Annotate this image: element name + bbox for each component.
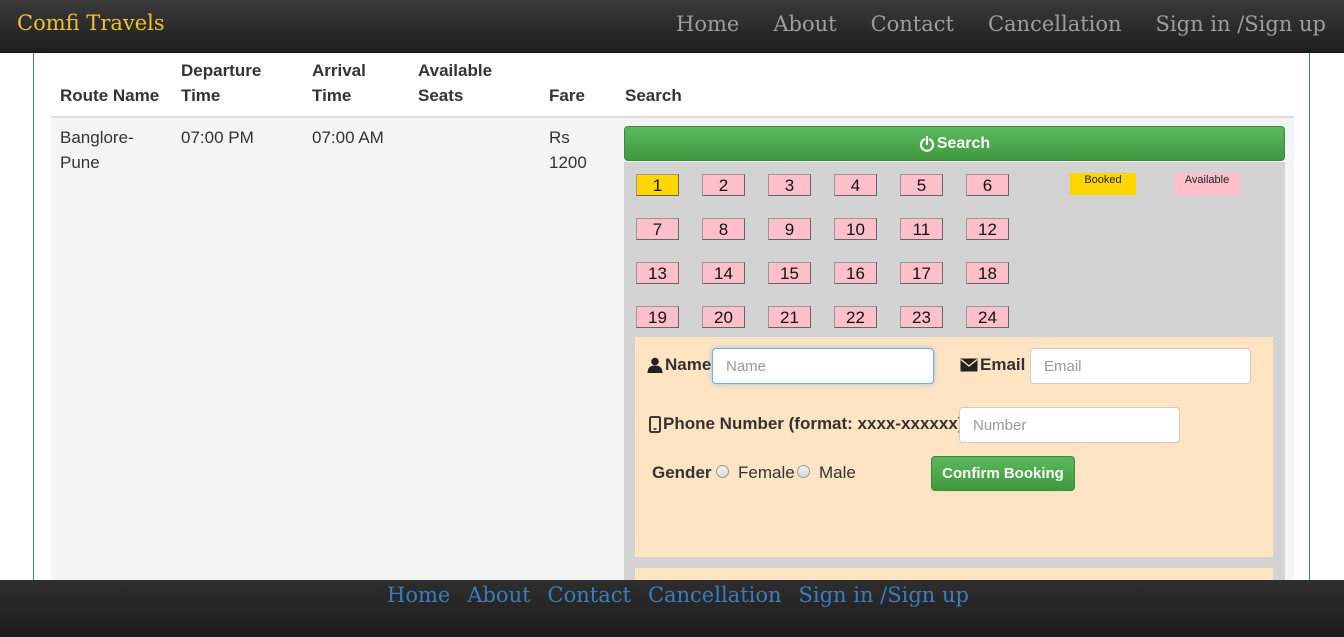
top-navbar: Comfi Travels Home About Contact Cancell…	[0, 0, 1344, 53]
header-arrival-time: Arrival Time	[312, 61, 366, 105]
nav-cancellation-link[interactable]: Cancellation	[988, 12, 1122, 36]
seat-13-button[interactable]: 13	[636, 262, 679, 284]
seat-18-button[interactable]: 18	[966, 262, 1009, 284]
footer-cancellation-link[interactable]: Cancellation	[648, 583, 782, 607]
email-label: Email	[960, 355, 1025, 375]
power-icon	[919, 135, 934, 152]
footer: Home About Contact Cancellation Sign in …	[0, 580, 1344, 637]
male-radio[interactable]	[797, 465, 810, 478]
nav-signin-link[interactable]: Sign in /Sign up	[1156, 12, 1326, 36]
footer-signin-link[interactable]: Sign in /Sign up	[799, 583, 969, 607]
top-nav: Home About Contact Cancellation Sign in …	[676, 12, 1326, 36]
male-label: Male	[819, 463, 856, 482]
seat-7-button[interactable]: 7	[636, 218, 679, 240]
seat-9-button[interactable]: 9	[768, 218, 811, 240]
seat-16-button[interactable]: 16	[834, 262, 877, 284]
nav-home-link[interactable]: Home	[676, 12, 739, 36]
seat-12-button[interactable]: 12	[966, 218, 1009, 240]
footer-nav: Home About Contact Cancellation Sign in …	[387, 583, 969, 607]
main-container: Route Name Departure Time Arrival Time A…	[33, 53, 1310, 588]
seat-11-button[interactable]: 11	[900, 218, 943, 240]
seat-24-button[interactable]: 24	[966, 306, 1009, 328]
seat-10-button[interactable]: 10	[834, 218, 877, 240]
seat-17-button[interactable]: 17	[900, 262, 943, 284]
seat-1-button[interactable]: 1	[636, 174, 679, 196]
user-icon	[647, 357, 663, 373]
cell-route-name: Banglore- Pune	[60, 128, 134, 172]
nav-contact-link[interactable]: Contact	[871, 12, 954, 36]
seat-19-button[interactable]: 19	[636, 306, 679, 328]
name-label: Name	[647, 355, 711, 375]
email-input[interactable]	[1030, 348, 1251, 384]
cell-arrival-time: 07:00 AM	[312, 128, 384, 147]
table-header: Route Name Departure Time Arrival Time A…	[51, 57, 1294, 118]
booking-form: Name Email Phone Number (format: xxxx-xx…	[635, 337, 1273, 557]
seat-5-button[interactable]: 5	[900, 174, 943, 196]
brand-logo[interactable]: Comfi Travels	[17, 11, 165, 35]
legend-available: Available	[1174, 173, 1240, 195]
seat-22-button[interactable]: 22	[834, 306, 877, 328]
name-input[interactable]	[712, 348, 934, 384]
search-button[interactable]: Search	[624, 126, 1285, 161]
seat-2-button[interactable]: 2	[702, 174, 745, 196]
seat-15-button[interactable]: 15	[768, 262, 811, 284]
female-label: Female	[738, 463, 795, 482]
header-route-name: Route Name	[60, 86, 160, 105]
footer-home-link[interactable]: Home	[387, 583, 450, 607]
envelope-icon	[960, 358, 978, 372]
seat-6-button[interactable]: 6	[966, 174, 1009, 196]
confirm-booking-button[interactable]: Confirm Booking	[931, 456, 1075, 491]
phone-label: Phone Number (format: xxxx-xxxxxx)	[649, 414, 963, 434]
nav-about-link[interactable]: About	[773, 12, 836, 36]
seat-4-button[interactable]: 4	[834, 174, 877, 196]
seat-3-button[interactable]: 3	[768, 174, 811, 196]
header-search: Search	[625, 86, 682, 105]
seat-14-button[interactable]: 14	[702, 262, 745, 284]
cell-departure-time: 07:00 PM	[181, 128, 254, 147]
search-button-label: Search	[936, 134, 991, 152]
cell-fare: Rs 1200	[549, 128, 587, 172]
gender-label: Gender	[652, 463, 712, 482]
seat-20-button[interactable]: 20	[702, 306, 745, 328]
header-fare: Fare	[549, 86, 585, 105]
female-radio[interactable]	[716, 465, 729, 478]
header-available-seats: Available Seats	[418, 61, 493, 105]
seat-21-button[interactable]: 21	[768, 306, 811, 328]
phone-input[interactable]	[959, 407, 1180, 443]
header-departure-time: Departure Time	[181, 61, 262, 105]
footer-about-link[interactable]: About	[467, 583, 530, 607]
phone-icon	[649, 415, 661, 433]
seat-8-button[interactable]: 8	[702, 218, 745, 240]
seat-map: 24 23 22 21 20 19 18 17 16 15 14 13 12 11 10 9 8 7 6 5 4 3 2 1 …	[624, 162, 1285, 588]
legend-booked: Booked	[1070, 173, 1136, 195]
seat-23-button[interactable]: 23	[900, 306, 943, 328]
footer-contact-link[interactable]: Contact	[548, 583, 631, 607]
